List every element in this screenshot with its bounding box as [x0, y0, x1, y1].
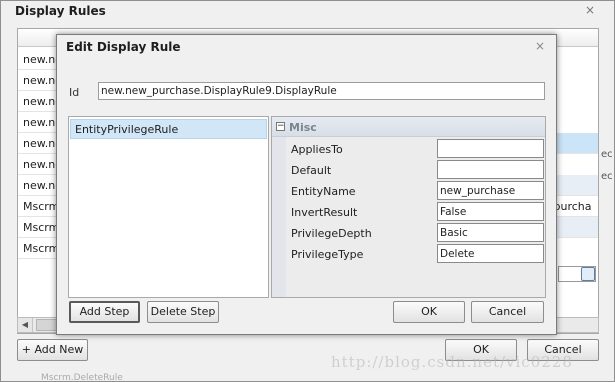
close-icon[interactable]: × [585, 3, 595, 17]
delete-step-button[interactable]: Delete Step [147, 301, 219, 323]
default-field[interactable] [437, 160, 544, 179]
property-label-privilege-type: PrivilegeType [291, 248, 364, 261]
entity-name-field[interactable] [437, 181, 544, 200]
property-label-applies-to: AppliesTo [291, 143, 343, 156]
dialog-title: Edit Display Rule [66, 40, 181, 54]
dialog-title: Display Rules [15, 4, 106, 18]
steps-list: EntityPrivilegeRule [68, 116, 269, 298]
property-label-invert-result: InvertResult [291, 206, 358, 219]
partial-footer-text: Mscrm.DeleteRule [41, 373, 123, 382]
watermark: http://blog.csdn.net/vic0228 [331, 353, 573, 371]
applies-to-field[interactable] [437, 139, 544, 158]
property-grid: − Misc AppliesTo Default EntityName Inve… [271, 116, 546, 298]
property-label-privilege-depth: PrivilegeDepth [291, 227, 372, 240]
search-icon[interactable] [581, 267, 595, 281]
invert-result-field[interactable] [437, 202, 544, 221]
property-label-entity-name: EntityName [291, 185, 356, 198]
list-item-entity-privilege-rule[interactable]: EntityPrivilegeRule [70, 119, 267, 139]
partial-text: ec [601, 171, 613, 182]
edit-display-rule-dialog: Edit Display Rule × Id EntityPrivilegeRu… [56, 34, 557, 335]
property-gutter [272, 137, 286, 297]
partial-text: ec [601, 149, 613, 160]
category-label: Misc [289, 121, 317, 134]
id-label: Id [69, 86, 80, 99]
property-category-header[interactable]: − Misc [272, 117, 545, 137]
id-field[interactable] [98, 82, 545, 100]
add-new-button[interactable]: + Add New [17, 339, 88, 361]
privilege-depth-field[interactable] [437, 223, 544, 242]
close-icon[interactable]: × [535, 39, 545, 53]
add-step-button[interactable]: Add Step [69, 301, 140, 323]
cancel-button[interactable]: Cancel [471, 301, 544, 323]
collapse-icon[interactable]: − [276, 122, 285, 131]
privilege-type-field[interactable] [437, 244, 544, 263]
property-label-default: Default [291, 164, 332, 177]
scroll-left-icon[interactable]: ◀ [18, 318, 33, 332]
ok-button[interactable]: OK [393, 301, 465, 323]
